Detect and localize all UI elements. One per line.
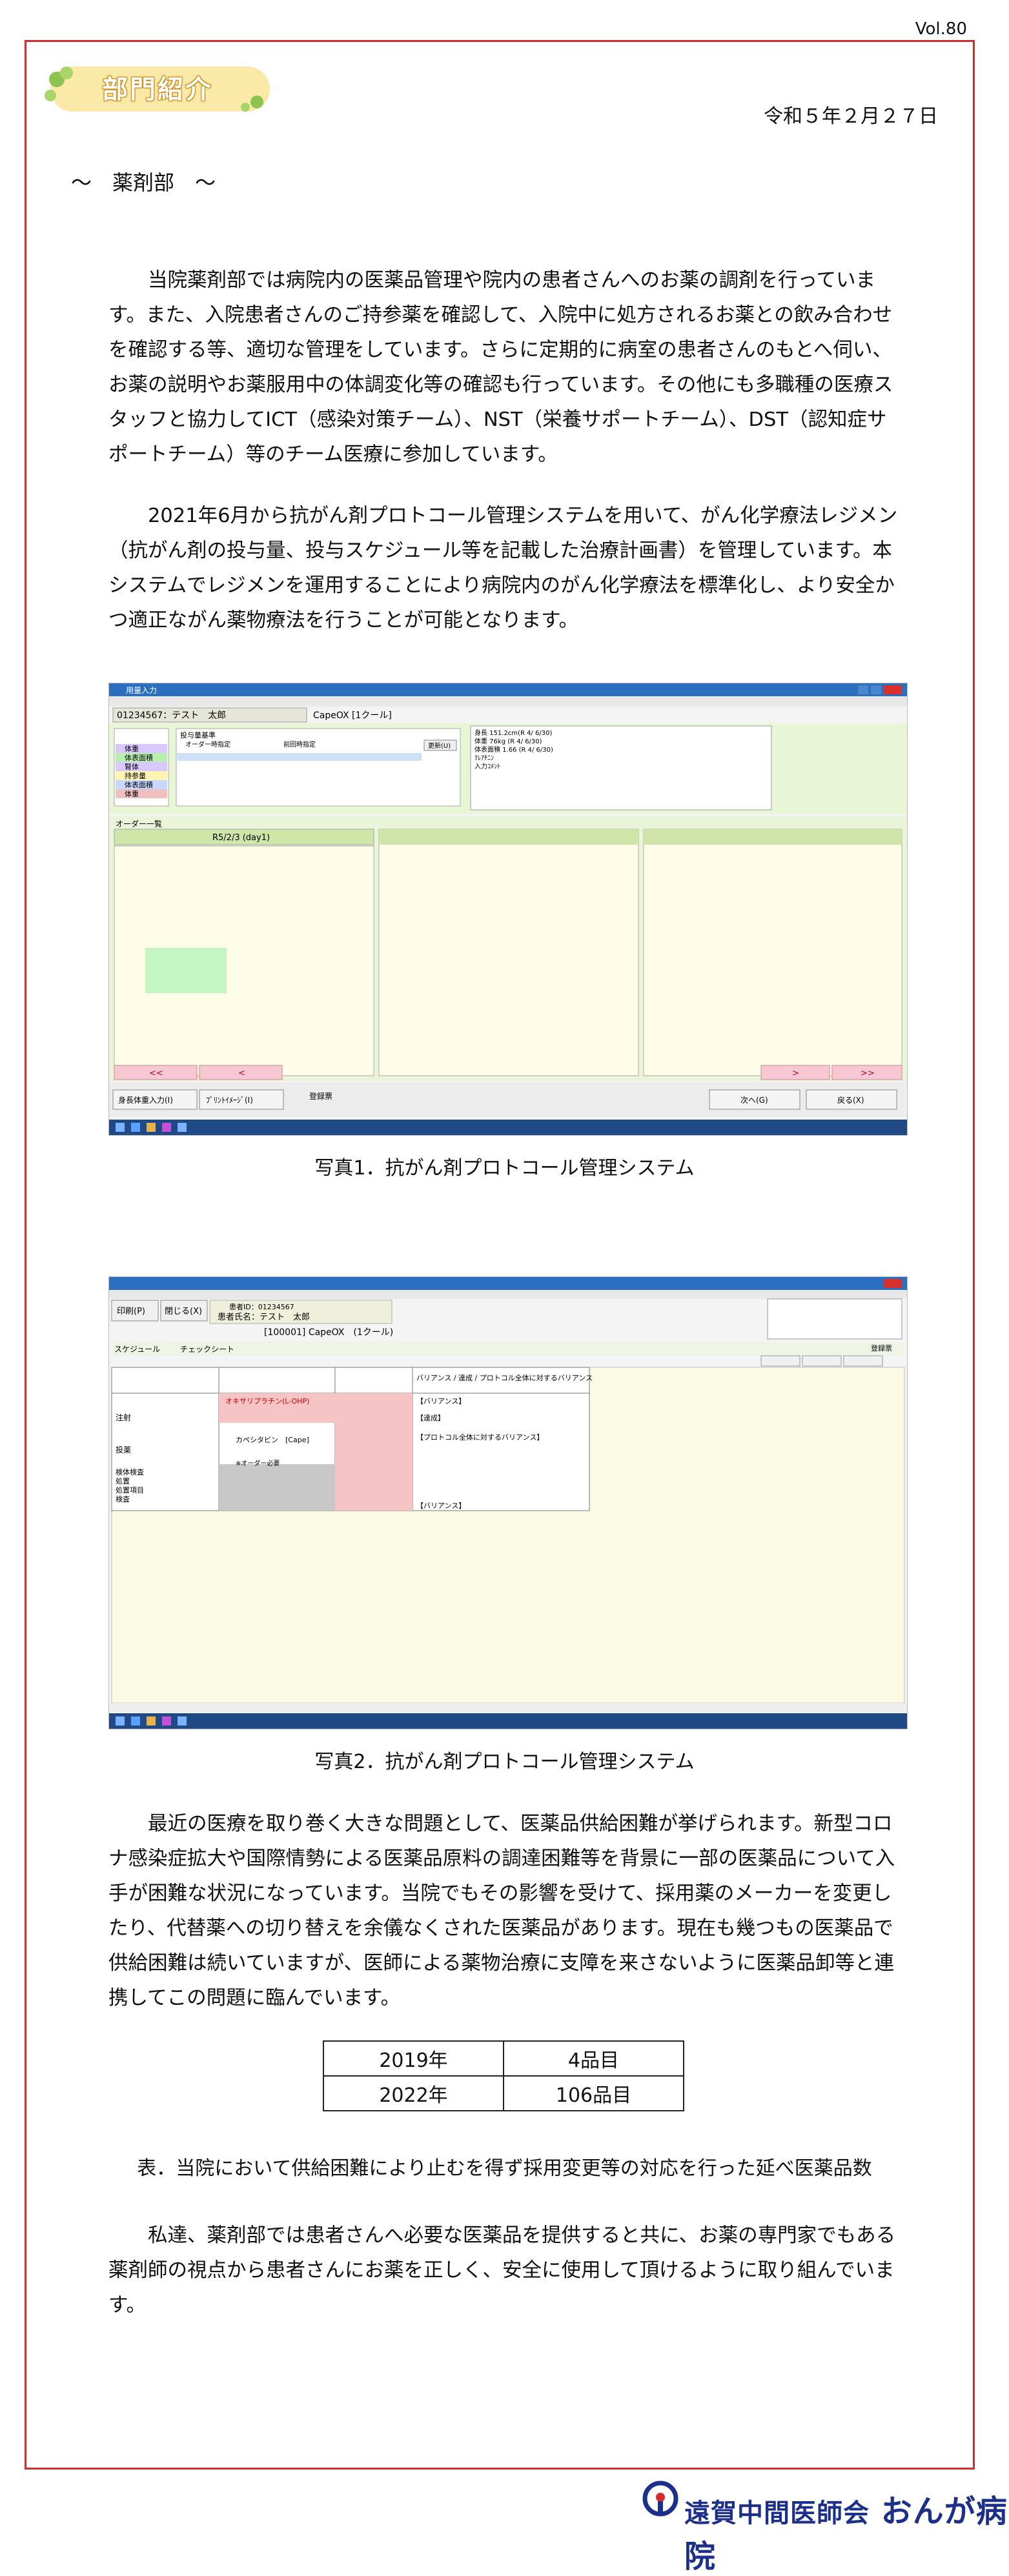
photo2-regimen: [100001] CapeOX (1クール) (264, 1327, 393, 1338)
section-badge-label: 部門紹介 (102, 75, 213, 105)
photo2-row-label: 検体検査 (116, 1467, 144, 1476)
photo1-dose-input-button: 身長体重入力(I) (118, 1095, 173, 1105)
photo1-basis-item: 体重 (125, 789, 139, 798)
closing-paragraph: 私達、薬剤部では患者さんへ必要な医薬品を提供すると共に、お薬の専門家でもある薬剤… (108, 2224, 896, 2317)
photo1-basis-title: 投与量基準 (180, 730, 216, 740)
photo1-register-button: 登録票 (309, 1091, 332, 1101)
photo1-vital: 入力ｺﾒﾝﾄ (474, 762, 500, 770)
table-caption: 表．当院において供給困難により止むを得ず採用変更等の対応を行った延べ医薬品数 (137, 2157, 872, 2180)
medical-association-name: 遠賀中間医師会 (684, 2499, 870, 2528)
hospital-name: 遠賀中間医師会 おんが病院 (684, 2486, 1009, 2576)
photo1-vital: 体表面積 1.66 (R 4/ 6/30) (474, 745, 553, 754)
photo2-caption: 写真2．抗がん剤プロトコール管理システム (314, 1751, 695, 1773)
photo1-nav-next: > (792, 1069, 799, 1078)
photo2-row-label: 投薬 (116, 1445, 131, 1454)
photo2-variance: 【プロトコル全体に対するバリアンス】 (416, 1433, 544, 1442)
photo2-patient-name: 患者氏名：テスト 太郎 (218, 1312, 310, 1322)
table-cell-count: 106品目 (503, 2075, 684, 2111)
photo2-row-label: 処置 (116, 1477, 130, 1485)
issue-date: 令和５年２月２７日 (764, 105, 938, 128)
photo1-basis-item: 持参量 (125, 771, 146, 780)
protocol-paragraph: 2021年6月から抗がん剤プロトコール管理システムを用いて、がん化学療法レジメン… (108, 505, 898, 632)
supply-table: 2019年 4品目 2022年 106品目 (323, 2040, 684, 2111)
photo1-next-button: 次へ(G) (740, 1096, 768, 1105)
photo1-vital: 身長 151.2cm(R 4/ 6/30) (474, 729, 552, 737)
photo2-variance: 【バリアンス】 (416, 1502, 465, 1510)
photo1-basis-option: 前回時指定 (283, 740, 316, 749)
table-row: 2022年 106品目 (323, 2075, 684, 2111)
photo1-nav-prev: < (238, 1069, 245, 1078)
photo1-patient: 01234567：テスト 太郎 (117, 710, 226, 721)
table-cell-year: 2019年 (323, 2040, 504, 2077)
photo2-close-button: 閉じる(X) (165, 1307, 202, 1316)
photo1-print-button: ﾌﾟﾘﾝﾄｲﾒｰｼﾞ(I) (206, 1096, 253, 1105)
photo1-day-label: R5/2/3 (day1) (212, 833, 270, 843)
table-cell-count: 4品目 (503, 2040, 684, 2077)
photo1-window-title: 用量入力 (126, 686, 157, 695)
photo1-update-button: 更新(U) (428, 741, 451, 750)
photo1-caption: 写真1．抗がん剤プロトコール管理システム (314, 1157, 695, 1180)
photo1-basis-item: 体重 (125, 744, 139, 753)
volume-label: Vol.80 (915, 19, 967, 39)
photo2-screenshot: 印刷(P) 閉じる(X) 患者ID：01234567 患者氏名：テスト 太郎 [… (108, 1276, 908, 1729)
photo2-tab-schedule: スケジュール (114, 1345, 160, 1354)
photo2-drug2: カペシタビン [Cape] (236, 1436, 309, 1444)
intro-paragraph: 当院薬剤部では病院内の医薬品管理や院内の患者さんへのお薬の調剤を行っています。ま… (108, 269, 893, 466)
photo1-regimen: CapeOX [1クール] (313, 710, 392, 721)
photo1-basis-item: 体表面積 (125, 780, 153, 789)
photo2-register-button: 登録票 (871, 1343, 892, 1353)
photo2-order-note: ※オーダー必要 (236, 1459, 280, 1467)
photo2-variance: 【バリアンス】 (416, 1397, 465, 1405)
photo2-variance-title: バリアンス / 達成 / プロトコル全体に対するバリアンス (416, 1373, 593, 1382)
photo1-back-button: 戻る(X) (837, 1096, 864, 1105)
photo2-print-button: 印刷(P) (117, 1307, 145, 1316)
photo1-nav-next-all: >> (861, 1069, 875, 1078)
supply-paragraph: 最近の医療を取り巻く大きな問題として、医薬品供給困難が挙げられます。新型コロナ感… (108, 1813, 895, 2009)
photo1-vital: ｸﾚｱﾁﾆﾝ (474, 754, 494, 762)
table-row: 2019年 4品目 (323, 2040, 684, 2077)
photo1-basis-item: 腎体 (125, 762, 139, 771)
photo2-drug1: オキサリプラチン(L-OHP) (225, 1397, 309, 1405)
section-badge: 部門紹介 (37, 57, 283, 116)
photo1-basis-option: オーダー時指定 (185, 740, 230, 749)
table-cell-year: 2022年 (323, 2075, 504, 2111)
department-title: ～ 薬剤部 ～ (71, 170, 216, 195)
photo2-row-label: 処置項目 (116, 1486, 144, 1494)
photo2-row-label: 検査 (116, 1494, 130, 1504)
photo1-vital: 体重 76kg (R 4/ 6/30) (474, 737, 542, 745)
photo2-variance: 【達成】 (416, 1414, 445, 1422)
photo1-order-list-title: オーダー一覧 (116, 819, 162, 829)
photo2-row-label: 注射 (116, 1413, 131, 1422)
photo1-nav-prev-all: << (149, 1069, 163, 1078)
photo1-basis-item: 体表面積 (125, 753, 153, 762)
photo2-patient-id: 患者ID：01234567 (229, 1303, 294, 1311)
photo2-tab-check: チェックシート (180, 1345, 234, 1354)
photo1-screenshot: 用量入力 01234567：テスト 太郎 CapeOX [1クール] 体重 体表… (108, 683, 908, 1136)
